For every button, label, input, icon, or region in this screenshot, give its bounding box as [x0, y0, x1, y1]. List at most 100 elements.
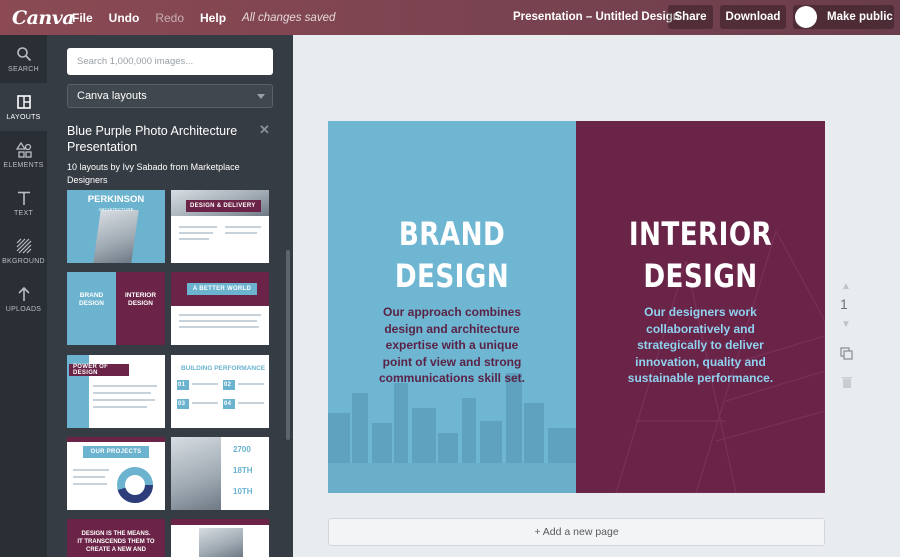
make-public-toggle[interactable]: Make public	[793, 5, 894, 29]
layout-thumb-2[interactable]: DESIGN & DELIVERY	[171, 190, 269, 263]
rail-label: BKGROUND	[2, 257, 45, 265]
rail-item-search[interactable]: SEARCH	[0, 35, 47, 83]
rail-label: SEARCH	[8, 65, 39, 73]
thumb-line	[73, 476, 105, 478]
layout-set-subtitle: 10 layouts by Ivy Sabado from Marketplac…	[67, 162, 240, 185]
thumb-text: IT TRANSCENDS THEM TO	[77, 539, 155, 545]
thumb-line	[179, 314, 261, 316]
slide-right-panel[interactable]: INTERIOR DESIGN Our designers work colla…	[576, 121, 825, 493]
download-button[interactable]: Download	[720, 5, 786, 29]
layouts-icon	[16, 94, 31, 109]
layout-thumb-3[interactable]: BRAND DESIGN INTERIOR DESIGN	[67, 272, 165, 345]
page-number: 1	[840, 296, 848, 312]
rail-item-uploads[interactable]: UPLOADS	[0, 275, 47, 323]
text-icon	[17, 191, 30, 205]
brand-design-body[interactable]: Our approach combines design and archite…	[328, 304, 576, 387]
rail-item-layouts[interactable]: LAYOUTS	[0, 83, 47, 131]
layout-thumb-1[interactable]: PERKINSON ARCHITECTURE	[67, 190, 165, 263]
rail-label: TEXT	[13, 209, 34, 217]
thumb-bg	[67, 272, 116, 345]
move-page-up-icon[interactable]: ▲	[840, 281, 852, 293]
copy-page-icon[interactable]	[840, 347, 853, 360]
slide-page-1[interactable]: BRAND DESIGN Our approach combines desig…	[328, 121, 825, 493]
thumb-text: DESIGN & DELIVERY	[186, 200, 261, 212]
thumb-line	[179, 226, 217, 228]
thumb-line	[93, 385, 157, 387]
thumb-text: CREATE A NEW AND	[86, 547, 146, 553]
share-button[interactable]: Share	[668, 5, 713, 29]
canva-logo[interactable]: Canva	[12, 7, 75, 29]
search-icon	[16, 46, 31, 61]
image-search-input[interactable]: Search 1,000,000 images...	[67, 48, 273, 75]
layouts-panel: Search 1,000,000 images... Canva layouts…	[47, 35, 293, 557]
left-rail: SEARCH LAYOUTS ELEMENTS TEXT BKGROUND UP…	[0, 35, 47, 557]
thumb-line	[179, 232, 213, 234]
upload-icon	[17, 286, 30, 301]
menu-redo[interactable]: Redo	[155, 11, 184, 25]
layout-thumb-9[interactable]: DESIGN IS THE MEANS. IT TRANSCENDS THEM …	[67, 519, 165, 557]
menu-help[interactable]: Help	[200, 11, 226, 25]
thumb-line	[73, 469, 109, 471]
close-icon[interactable]: ✕	[259, 122, 270, 138]
document-title[interactable]: Presentation – Untitled Design	[513, 11, 680, 23]
menu-undo[interactable]: Undo	[109, 11, 140, 25]
interior-design-heading-line2[interactable]: DESIGN	[598, 255, 802, 297]
rail-label: UPLOADS	[5, 305, 42, 313]
brand-design-heading-line1[interactable]: BRAND	[350, 213, 553, 255]
add-new-page-button[interactable]: + Add a new page	[328, 518, 825, 546]
menu-file[interactable]: File	[72, 11, 93, 25]
rail-item-background[interactable]: BKGROUND	[0, 227, 47, 275]
thumb-text: INTERIOR	[124, 292, 157, 299]
thumb-text: OUR PROJECTS	[83, 446, 149, 458]
thumb-text: A BETTER WORLD	[187, 283, 257, 295]
thumb-text: 01	[177, 380, 189, 390]
thumb-text: BRAND	[79, 292, 104, 299]
thumb-text: 10TH	[233, 487, 253, 496]
layout-thumb-7[interactable]: OUR PROJECTS	[67, 437, 165, 510]
thumb-text: DESIGN	[79, 300, 104, 307]
layout-set-title: Blue Purple Photo Architecture Presentat…	[67, 124, 238, 154]
thumb-line	[73, 483, 107, 485]
thumb-line	[192, 383, 218, 385]
thumb-line	[179, 320, 257, 322]
thumb-line	[93, 392, 151, 394]
thumb-line	[225, 232, 257, 234]
chevron-down-icon	[257, 94, 265, 99]
layout-thumb-5[interactable]: POWER OF DESIGN	[67, 355, 165, 428]
thumb-text: POWER OF DESIGN	[69, 364, 129, 376]
thumb-bg	[116, 272, 165, 345]
make-public-label: Make public	[827, 11, 893, 23]
thumb-text: 2700	[233, 445, 251, 454]
rail-item-elements[interactable]: ELEMENTS	[0, 131, 47, 179]
thumb-line	[179, 238, 209, 240]
thumb-bg	[171, 519, 269, 525]
thumb-bg	[67, 437, 165, 442]
thumb-line	[93, 406, 147, 408]
delete-page-icon[interactable]	[842, 376, 852, 388]
brand-design-heading-line2[interactable]: DESIGN	[350, 255, 553, 297]
layout-source-select[interactable]: Canva layouts	[67, 84, 273, 108]
interior-design-heading-line1[interactable]: INTERIOR	[598, 213, 802, 255]
thumb-text: PERKINSON	[87, 194, 145, 205]
slide-left-panel[interactable]: BRAND DESIGN Our approach combines desig…	[328, 121, 576, 493]
thumb-line	[238, 383, 264, 385]
rail-item-text[interactable]: TEXT	[0, 179, 47, 227]
thumb-line	[225, 226, 261, 228]
thumb-line	[179, 326, 259, 328]
canvas-area: BRAND DESIGN Our approach combines desig…	[293, 35, 900, 557]
thumb-text: 04	[223, 399, 235, 409]
layout-thumb-4[interactable]: A BETTER WORLD	[171, 272, 269, 345]
rail-label: LAYOUTS	[6, 113, 41, 121]
thumb-line	[192, 402, 218, 404]
top-bar: Canva File Undo Redo Help All changes sa…	[0, 0, 900, 35]
move-page-down-icon[interactable]: ▼	[840, 319, 852, 331]
layout-thumb-10[interactable]	[171, 519, 269, 557]
rail-label: ELEMENTS	[3, 161, 44, 169]
layout-thumb-8[interactable]: 2700 18TH 10TH	[171, 437, 269, 510]
thumb-photo	[199, 528, 243, 557]
interior-design-body[interactable]: Our designers work collaboratively and s…	[576, 304, 825, 387]
toggle-knob	[795, 6, 817, 28]
thumb-text: 18TH	[233, 466, 253, 475]
layout-thumb-6[interactable]: BUILDING PERFORMANCE 01 02 03 04	[171, 355, 269, 428]
panel-scrollbar[interactable]	[286, 250, 290, 440]
